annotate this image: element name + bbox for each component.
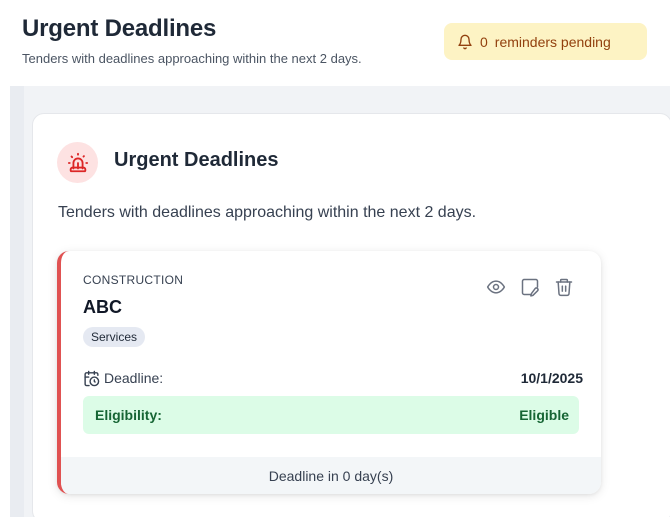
deadline-label: Deadline:	[104, 370, 164, 386]
panel-title: Urgent Deadlines	[114, 149, 279, 171]
tender-type-tag: Services	[83, 327, 146, 347]
reminder-label: reminders pending	[494, 33, 611, 50]
deadline-date: 10/1/2025	[520, 370, 583, 386]
view-icon[interactable]	[485, 276, 507, 298]
tender-name: ABC	[83, 297, 122, 317]
tender-category: CONSTRUCTION	[83, 273, 184, 287]
deadline-countdown: Deadline in 0 day(s)	[61, 457, 601, 494]
page-header: Urgent Deadlines Tenders with deadlines …	[0, 0, 670, 86]
calendar-clock-icon	[83, 370, 100, 387]
deadline-row: Deadline: 10/1/2025	[83, 368, 583, 388]
eligibility-label: Eligibility:	[95, 407, 162, 423]
card-actions	[485, 276, 575, 298]
delete-icon[interactable]	[553, 276, 575, 298]
page-title: Urgent Deadlines	[22, 15, 217, 42]
eligibility-status: Eligible	[519, 407, 569, 423]
page-subtitle: Tenders with deadlines approaching withi…	[22, 51, 362, 66]
tender-card[interactable]: CONSTRUCTION ABC Services Deadline: 10/1…	[57, 251, 601, 494]
bell-icon	[457, 34, 473, 50]
reminder-count: 0	[480, 33, 488, 50]
siren-icon	[57, 142, 98, 183]
eligibility-row: Eligibility: Eligible	[83, 396, 579, 434]
panel-subtitle: Tenders with deadlines approaching withi…	[58, 204, 477, 221]
edit-icon[interactable]	[519, 276, 541, 298]
reminders-badge[interactable]: 0 reminders pending	[444, 23, 647, 60]
content-left-edge	[10, 86, 24, 517]
